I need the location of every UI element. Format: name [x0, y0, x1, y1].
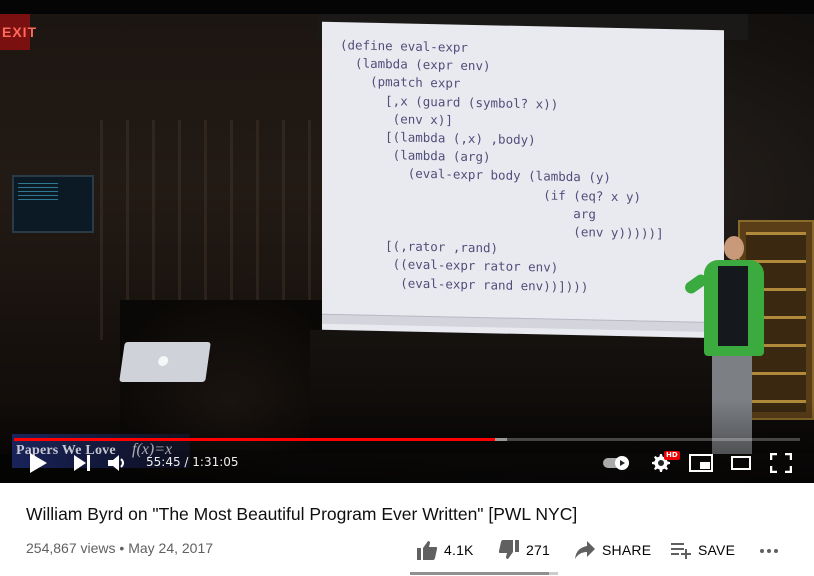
video-title: William Byrd on "The Most Beautiful Prog…	[26, 504, 578, 524]
next-icon	[74, 455, 90, 471]
upload-date: May 24, 2017	[128, 540, 214, 556]
progress-played	[14, 438, 496, 441]
slide-code: (define eval-expr (lambda (expr env) (pm…	[340, 36, 664, 298]
thumbs-up-icon	[417, 541, 438, 560]
dislike-button[interactable]: 271	[498, 538, 550, 562]
sentiment-like-portion	[410, 572, 549, 575]
sentiment-bar	[410, 572, 558, 575]
next-button[interactable]	[70, 451, 94, 475]
playlist-add-icon	[671, 543, 691, 559]
more-horizontal-icon	[760, 549, 778, 553]
share-button[interactable]: SHARE	[574, 538, 651, 562]
like-count: 4.1K	[444, 542, 474, 558]
exit-sign: EXIT	[0, 14, 36, 50]
like-button[interactable]: 4.1K	[416, 538, 474, 562]
hd-badge: HD	[664, 451, 680, 460]
view-count: 254,867 views	[26, 540, 116, 556]
play-icon	[30, 453, 47, 473]
fullscreen-button[interactable]	[768, 451, 794, 475]
time-display: 55:45 / 1:31:05	[146, 455, 239, 469]
theater-mode-icon	[731, 456, 751, 470]
video-player[interactable]: EXIT (define eval-expr (lambda (expr env…	[0, 0, 814, 483]
play-button[interactable]	[26, 451, 50, 475]
save-label: SAVE	[698, 542, 736, 558]
thumbs-down-icon	[498, 540, 519, 559]
miniplayer-button[interactable]	[688, 451, 714, 475]
theater-mode-button[interactable]	[728, 451, 754, 475]
save-button[interactable]: SAVE	[670, 538, 735, 562]
video-info	[0, 483, 814, 576]
projected-slide: (define eval-expr (lambda (expr env) (pm…	[322, 21, 724, 339]
fullscreen-icon	[770, 453, 792, 473]
share-label: SHARE	[602, 542, 652, 558]
dislike-count: 271	[526, 542, 550, 558]
miniplayer-icon	[689, 454, 713, 472]
wall-monitor	[12, 175, 94, 233]
duration: 1:31:05	[192, 455, 239, 469]
video-meta: 254,867 views • May 24, 2017	[26, 540, 214, 556]
volume-icon	[108, 455, 124, 471]
share-arrow-icon	[575, 541, 595, 559]
laptop	[119, 342, 211, 382]
autoplay-toggle-icon	[603, 456, 629, 470]
autoplay-toggle[interactable]	[602, 452, 632, 474]
progress-bar[interactable]	[14, 438, 800, 441]
more-actions-button[interactable]	[758, 538, 780, 562]
volume-button[interactable]	[106, 451, 130, 475]
current-time: 55:45	[146, 455, 181, 469]
